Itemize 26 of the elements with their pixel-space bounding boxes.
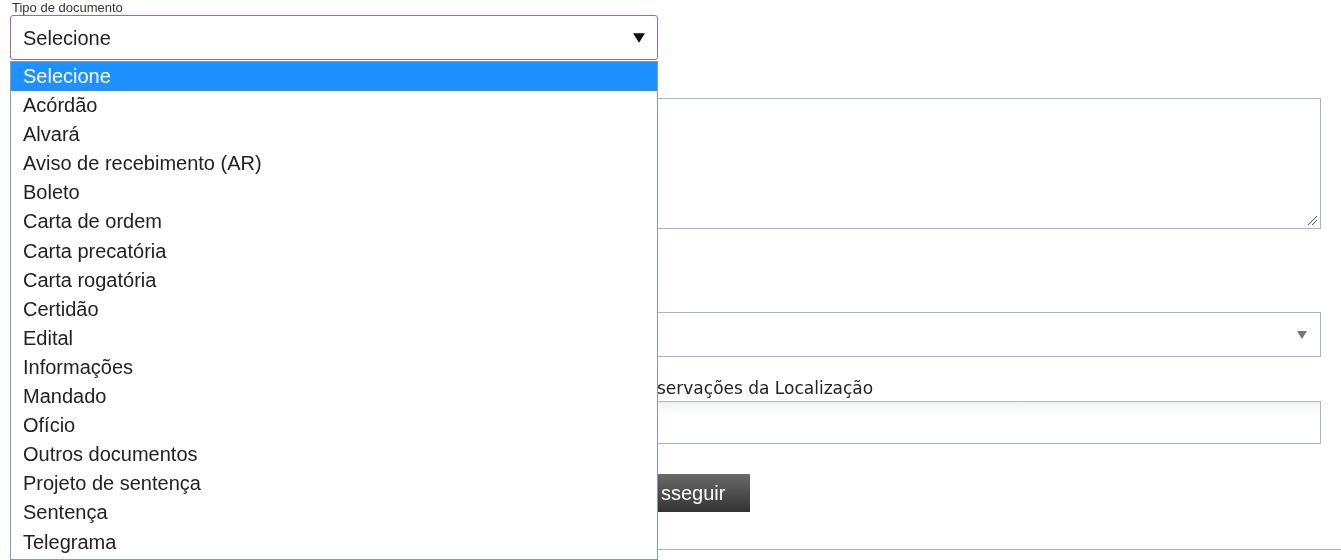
dropdown-option[interactable]: Carta de ordem <box>11 207 657 237</box>
field-label: Tipo de documento <box>12 0 123 15</box>
dropdown-option[interactable]: Sentença <box>11 498 657 528</box>
field-label: servações da Localização <box>657 377 874 399</box>
resize-grip-icon[interactable] <box>1307 215 1317 225</box>
select-field[interactable]: Selecione <box>10 15 658 60</box>
dropdown-option[interactable]: Informações <box>11 352 657 383</box>
dropdown-arrow-icon <box>633 31 645 44</box>
dropdown-option[interactable]: Edital <box>11 323 657 353</box>
dropdown-option[interactable]: Projeto de sentença <box>11 469 657 499</box>
dropdown-option[interactable]: Alvará <box>11 120 657 150</box>
dropdown-option[interactable]: Mandado <box>11 382 657 412</box>
text-field[interactable] <box>657 401 1321 444</box>
select-field[interactable] <box>657 312 1321 357</box>
submit-button[interactable]: sseguir <box>657 474 750 512</box>
dropdown-option[interactable]: Carta precatória <box>11 236 657 266</box>
dropdown-option[interactable]: Boleto <box>11 178 657 208</box>
dropdown-option[interactable]: Ofício <box>11 411 657 441</box>
dropdown-option[interactable]: Carta rogatória <box>11 265 657 295</box>
dropdown-option[interactable]: Certidão <box>11 294 657 324</box>
dropdown-arrow-icon <box>1296 329 1308 340</box>
dropdown-option[interactable]: Aviso de recebimento (AR) <box>11 149 657 179</box>
select-value: Selecione <box>23 25 111 51</box>
dropdown-option[interactable]: Telegrama <box>11 527 657 557</box>
dropdown-option[interactable]: Acórdão <box>11 91 657 121</box>
dropdown-option[interactable]: Outros documentos <box>11 440 657 470</box>
